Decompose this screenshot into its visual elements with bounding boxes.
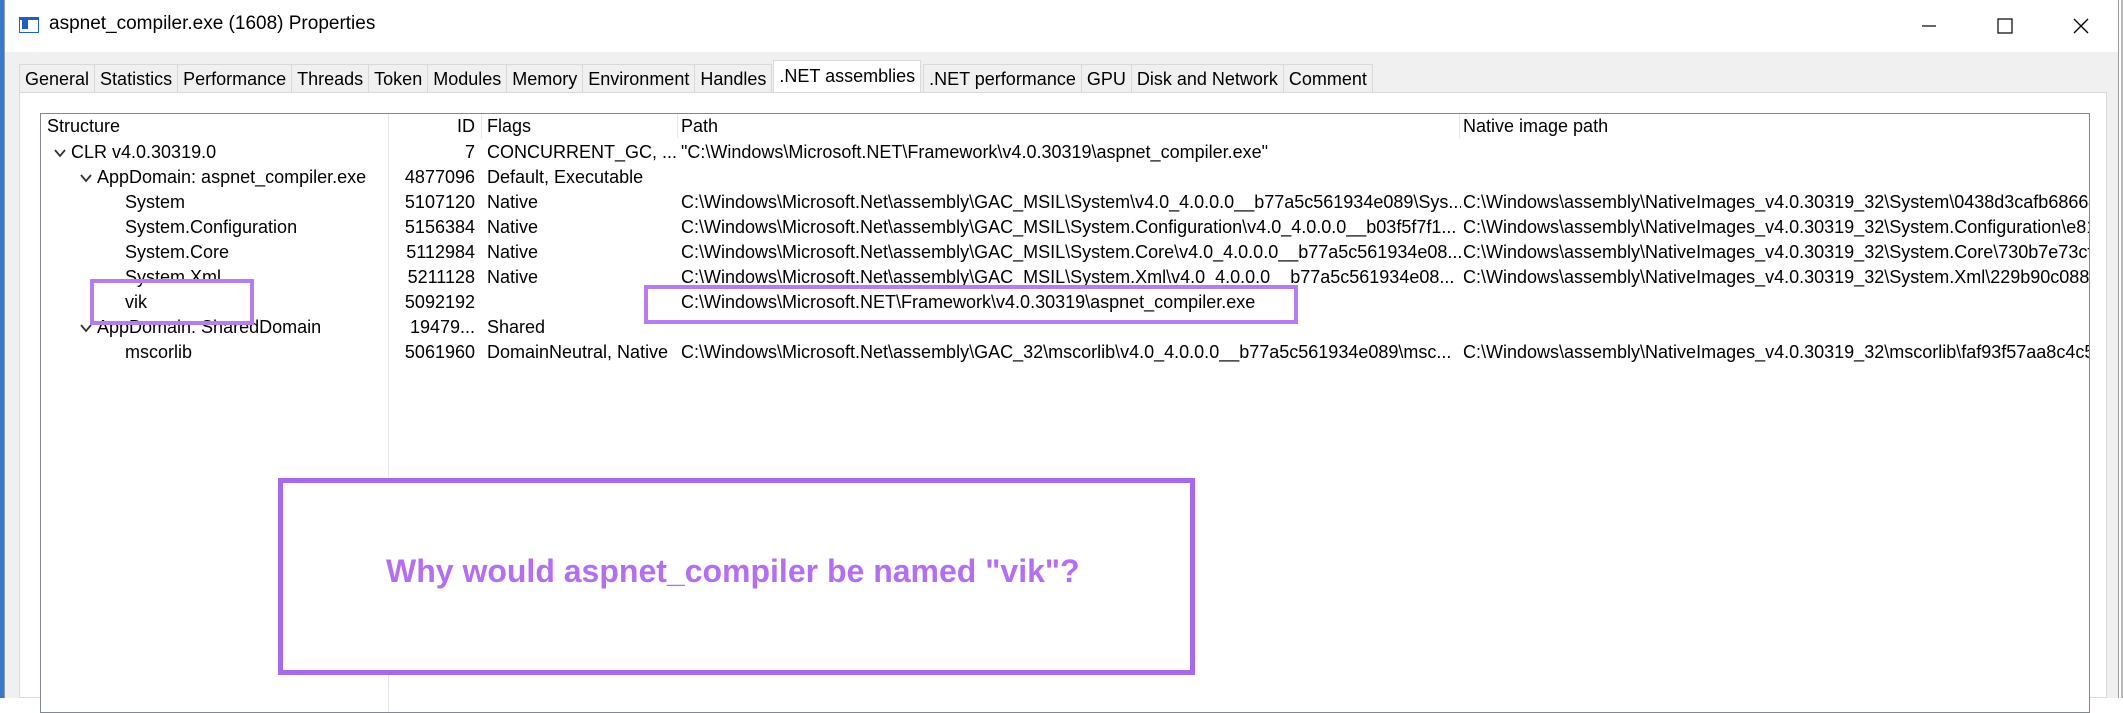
chevron-down-icon[interactable]	[79, 171, 93, 185]
header-separator[interactable]	[677, 114, 678, 138]
close-button[interactable]	[2043, 0, 2119, 52]
table-row[interactable]: System 5107120 Native C:\Windows\Microso…	[41, 190, 2089, 215]
header-separator[interactable]	[388, 114, 389, 138]
flags-cell: Native	[487, 217, 539, 237]
id-cell: 5061960	[404, 342, 475, 362]
id-cell: 5211128	[407, 267, 475, 287]
column-header-id[interactable]: ID	[391, 116, 475, 137]
column-header-structure[interactable]: Structure	[47, 116, 120, 137]
tab-threads[interactable]: Threads	[291, 64, 370, 92]
annotation-text: Why would aspnet_compiler be named "vik"…	[386, 553, 1080, 589]
table-row[interactable]: System.Configuration 5156384 Native C:\W…	[41, 215, 2089, 240]
id-cell: 5107120	[404, 192, 475, 212]
path-cell: C:\Windows\Microsoft.Net\assembly\GAC_MS…	[681, 242, 1461, 262]
id-cell: 5156384	[404, 217, 475, 237]
tab-net-assemblies[interactable]: .NET assemblies	[773, 60, 922, 92]
tab-net-performance[interactable]: .NET performance	[923, 64, 1082, 92]
chevron-down-icon[interactable]	[53, 146, 67, 160]
path-cell: C:\Windows\Microsoft.Net\assembly\GAC_32…	[681, 342, 1452, 362]
table-row[interactable]: vik 5092192 C:\Windows\Microsoft.NET\Fra…	[41, 290, 2089, 315]
native-path-cell: C:\Windows\assembly\NativeImages_v4.0.30…	[1463, 342, 2090, 362]
tab-statistics[interactable]: Statistics	[94, 64, 179, 92]
native-path-cell: C:\Windows\assembly\NativeImages_v4.0.30…	[1463, 217, 2090, 237]
flags-cell: DomainNeutral, Native	[487, 342, 669, 362]
tab-handles[interactable]: Handles	[694, 64, 773, 92]
column-header-native-image-path[interactable]: Native image path	[1463, 116, 1608, 137]
structure-label: AppDomain: aspnet_compiler.exe	[97, 167, 367, 187]
path-cell: C:\Windows\Microsoft.NET\Framework\v4.0.…	[681, 292, 1256, 312]
tab-general[interactable]: General	[19, 64, 96, 92]
flags-cell: Native	[487, 242, 539, 262]
structure-cell: AppDomain: SharedDomain	[41, 317, 429, 338]
tab-memory[interactable]: Memory	[506, 64, 584, 92]
table-row[interactable]: CLR v4.0.30319.0 7 CONCURRENT_GC, ... "C…	[41, 140, 2089, 165]
path-cell: C:\Windows\Microsoft.Net\assembly\GAC_MS…	[681, 267, 1455, 287]
maximize-button[interactable]	[1967, 0, 2043, 52]
flags-cell: Shared	[487, 317, 546, 337]
flags-cell: Native	[487, 267, 539, 287]
tab-modules[interactable]: Modules	[427, 64, 508, 92]
tab-token[interactable]: Token	[368, 64, 429, 92]
minimize-icon	[1922, 25, 1936, 27]
flags-cell: Native	[487, 192, 539, 212]
minimize-button[interactable]	[1891, 0, 1967, 52]
native-path-cell: C:\Windows\assembly\NativeImages_v4.0.30…	[1463, 267, 2090, 287]
id-cell: 7	[464, 142, 475, 162]
flags-cell: CONCURRENT_GC, ...	[487, 142, 677, 162]
tab-disk-and-network[interactable]: Disk and Network	[1130, 64, 1284, 92]
native-path-cell: C:\Windows\assembly\NativeImages_v4.0.30…	[1463, 192, 2090, 212]
table-row[interactable]: System.Xml 5211128 Native C:\Windows\Mic…	[41, 265, 2089, 290]
window-title: aspnet_compiler.exe (1608) Properties	[49, 13, 376, 34]
id-cell: 5112984	[406, 242, 475, 262]
path-cell: "C:\Windows\Microsoft.NET\Framework\v4.0…	[681, 142, 1269, 162]
header-separator[interactable]	[481, 114, 482, 138]
table-row[interactable]: AppDomain: SharedDomain 19479... Shared	[41, 315, 2089, 340]
header-separator[interactable]	[1459, 114, 1460, 138]
structure-cell: AppDomain: aspnet_compiler.exe	[41, 167, 429, 188]
id-cell: 19479...	[409, 317, 475, 337]
tab-gpu[interactable]: GPU	[1080, 64, 1132, 92]
close-icon	[2073, 18, 2089, 34]
maximize-icon	[1997, 18, 2013, 34]
structure-label: CLR v4.0.30319.0	[71, 142, 217, 162]
table-row[interactable]: System.Core 5112984 Native C:\Windows\Mi…	[41, 240, 2089, 265]
id-cell: 4877096	[404, 167, 475, 187]
chevron-down-icon[interactable]	[79, 321, 93, 335]
tab-comment[interactable]: Comment	[1282, 64, 1373, 92]
list-header: Structure ID Flags Path Native image pat…	[41, 114, 2089, 138]
structure-label: AppDomain: SharedDomain	[97, 317, 322, 337]
column-header-flags[interactable]: Flags	[487, 116, 531, 137]
flags-cell: Default, Executable	[487, 167, 644, 187]
id-cell: 5092192	[404, 292, 475, 312]
tab-performance[interactable]: Performance	[177, 64, 293, 92]
app-window-icon	[19, 17, 39, 33]
path-cell: C:\Windows\Microsoft.Net\assembly\GAC_MS…	[681, 217, 1457, 237]
path-cell: C:\Windows\Microsoft.Net\assembly\GAC_MS…	[681, 192, 1461, 212]
column-header-path[interactable]: Path	[681, 116, 718, 137]
structure-cell: CLR v4.0.30319.0	[41, 142, 403, 163]
title-bar[interactable]: aspnet_compiler.exe (1608) Properties	[5, 0, 2118, 52]
table-row[interactable]: AppDomain: aspnet_compiler.exe 4877096 D…	[41, 165, 2089, 190]
native-path-cell: C:\Windows\assembly\NativeImages_v4.0.30…	[1463, 242, 2090, 262]
tab-strip: General Statistics Performance Threads T…	[19, 60, 1373, 92]
table-row[interactable]: mscorlib 5061960 DomainNeutral, Native C…	[41, 340, 2089, 365]
tab-environment[interactable]: Environment	[582, 64, 696, 92]
